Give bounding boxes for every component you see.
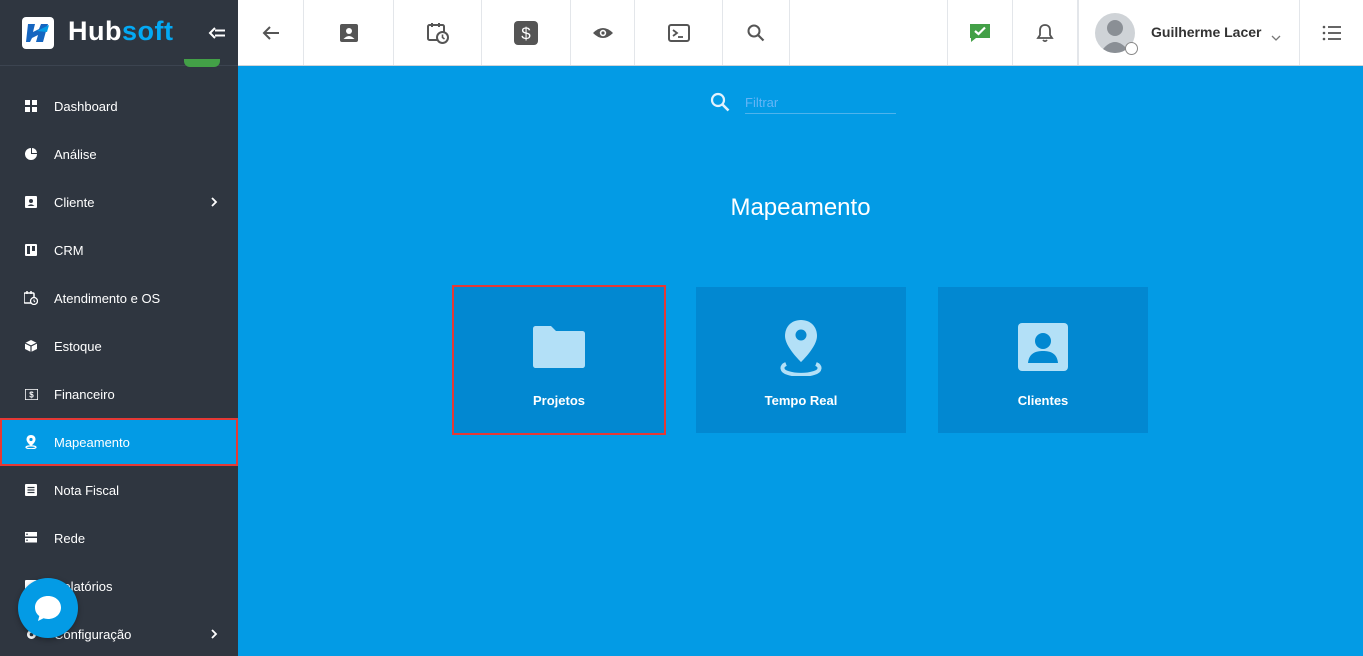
collapse-sidebar-icon[interactable] xyxy=(208,25,226,41)
schedule-button[interactable] xyxy=(394,0,482,65)
user-status-icon xyxy=(1125,42,1138,55)
user-name: Guilherme Lacer xyxy=(1151,24,1262,40)
tile-tempo-real[interactable]: Tempo Real xyxy=(696,287,906,433)
arrow-left-icon xyxy=(262,25,279,40)
sidebar-item-estoque[interactable]: Estoque xyxy=(0,322,238,370)
brand-header: Hubsoft xyxy=(0,0,238,67)
page-title: Mapeamento xyxy=(730,194,871,221)
svg-text:$: $ xyxy=(29,390,34,399)
sidebar-item-label: CRM xyxy=(54,242,84,258)
tile-label: Clientes xyxy=(1017,393,1069,408)
brand-name: Hubsoft xyxy=(68,16,173,47)
contact-card-icon xyxy=(339,23,358,42)
sidebar-item-label: Análise xyxy=(54,146,97,162)
filter-input[interactable] xyxy=(745,92,896,114)
user-menu[interactable]: Guilherme Lacer xyxy=(1078,0,1300,65)
sidebar-item-label: Mapeamento xyxy=(54,434,130,450)
sidebar-item-label: Dashboard xyxy=(54,98,118,114)
map-marker-icon xyxy=(778,317,824,377)
sidebar-item-nota-fiscal[interactable]: Nota Fiscal xyxy=(0,466,238,514)
document-icon xyxy=(24,483,38,497)
brand-hub-text: Hub xyxy=(68,16,122,46)
eye-icon xyxy=(592,27,613,38)
hubsoft-logo-icon[interactable] xyxy=(22,17,54,49)
sidebar-item-label: Estoque xyxy=(54,338,102,354)
finance-button[interactable]: $ xyxy=(482,0,571,65)
map-pin-icon xyxy=(24,435,38,449)
search-button[interactable] xyxy=(723,0,790,65)
back-button[interactable] xyxy=(238,0,304,65)
folder-icon xyxy=(531,317,587,377)
terminal-button[interactable] xyxy=(635,0,723,65)
tile-projetos[interactable]: Projetos xyxy=(452,285,666,435)
sidebar-item-financeiro[interactable]: $ Financeiro xyxy=(0,370,238,418)
chat-button[interactable] xyxy=(18,578,78,638)
svg-text:$: $ xyxy=(521,24,531,43)
package-icon xyxy=(24,339,38,353)
tile-label: Tempo Real xyxy=(764,393,838,408)
list-icon xyxy=(1322,25,1341,40)
contacts-button[interactable] xyxy=(304,0,394,65)
calendar-clock-icon xyxy=(426,22,449,44)
topbar: $ Guilherme Lacer xyxy=(238,0,1363,66)
notifications-button[interactable] xyxy=(1013,0,1078,65)
dollar-icon: $ xyxy=(514,20,538,45)
sidebar: Hubsoft Dashboard Análise Cliente CRM At… xyxy=(0,0,238,656)
calendar-clock-icon xyxy=(24,291,38,305)
sidebar-item-crm[interactable]: CRM xyxy=(0,226,238,274)
sidebar-item-label: Atendimento e OS xyxy=(54,290,161,306)
terminal-icon xyxy=(667,23,690,42)
sidebar-item-label: Financeiro xyxy=(54,386,115,402)
check-chat-icon xyxy=(970,23,990,42)
tile-clientes[interactable]: Clientes xyxy=(938,287,1148,433)
brand-soft-text: soft xyxy=(121,16,174,46)
money-icon: $ xyxy=(24,387,38,401)
search-icon xyxy=(710,92,730,112)
chevron-right-icon xyxy=(210,628,218,640)
dashboard-icon xyxy=(24,99,38,113)
sidebar-item-dashboard[interactable]: Dashboard xyxy=(0,82,238,130)
options-button[interactable] xyxy=(1300,0,1363,65)
sidebar-item-label: Rede xyxy=(54,530,86,546)
tile-label: Projetos xyxy=(532,393,585,408)
sidebar-item-analise[interactable]: Análise xyxy=(0,130,238,178)
sidebar-item-label: Nota Fiscal xyxy=(54,482,120,498)
tasks-button[interactable] xyxy=(947,0,1013,65)
status-badge xyxy=(184,59,220,67)
server-icon xyxy=(24,531,38,545)
search-icon xyxy=(747,24,765,41)
chat-bubble-icon xyxy=(35,596,61,621)
sidebar-item-mapeamento[interactable]: Mapeamento xyxy=(0,418,238,466)
bell-icon xyxy=(1036,23,1054,42)
pie-chart-icon xyxy=(24,147,38,161)
chevron-down-icon xyxy=(1271,29,1281,41)
filter-bar xyxy=(710,92,900,116)
view-button[interactable] xyxy=(571,0,635,65)
sidebar-item-rede[interactable]: Rede xyxy=(0,514,238,562)
trello-board-icon xyxy=(24,243,38,257)
sidebar-menu: Dashboard Análise Cliente CRM Atendiment… xyxy=(0,82,238,656)
contact-icon xyxy=(1017,317,1069,377)
sidebar-item-atendimento[interactable]: Atendimento e OS xyxy=(0,274,238,322)
